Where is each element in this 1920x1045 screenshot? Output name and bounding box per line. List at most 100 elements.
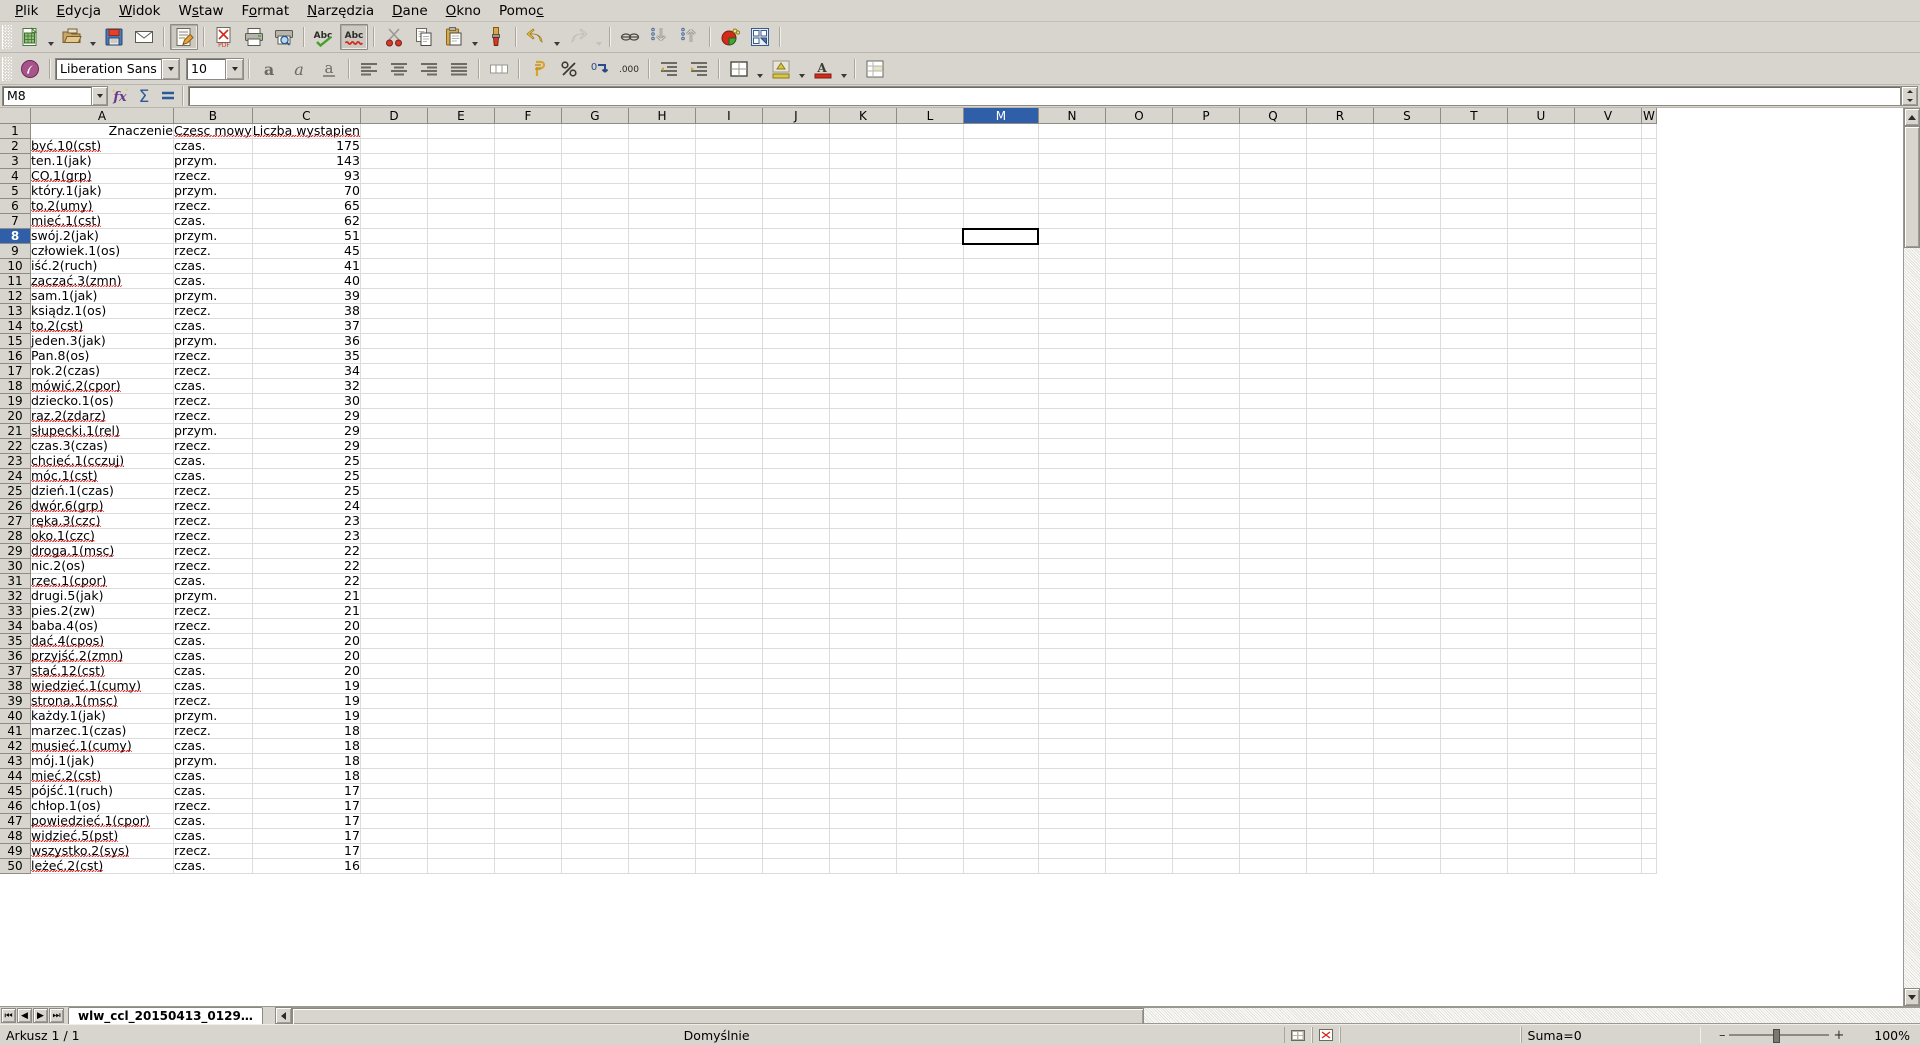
cell-E18[interactable]	[427, 378, 495, 394]
row-header-8[interactable]: 8	[0, 228, 31, 244]
zoom-track[interactable]	[1729, 1029, 1830, 1043]
cell-R16[interactable]	[1306, 348, 1374, 364]
cell-C1[interactable]: Liczba wystapien	[252, 123, 361, 139]
cell-J35[interactable]	[762, 633, 830, 649]
cell-H32[interactable]	[628, 588, 696, 604]
cell-O50[interactable]	[1105, 858, 1173, 874]
cell-K24[interactable]	[829, 468, 897, 484]
cell-B16[interactable]: rzecz.	[173, 348, 253, 364]
cell-O24[interactable]	[1105, 468, 1173, 484]
align-center-button[interactable]	[385, 56, 413, 82]
cell-K33[interactable]	[829, 603, 897, 619]
cell-E15[interactable]	[427, 333, 495, 349]
cell-N43[interactable]	[1038, 753, 1106, 769]
cell-F26[interactable]	[494, 498, 562, 514]
cell-R3[interactable]	[1306, 153, 1374, 169]
cell-J3[interactable]	[762, 153, 830, 169]
cell-A4[interactable]: CO.1(grp)	[30, 168, 174, 184]
cell-L16[interactable]	[896, 348, 964, 364]
cell-F8[interactable]	[494, 228, 562, 244]
cell-D10[interactable]	[360, 258, 428, 274]
cell-V25[interactable]	[1574, 483, 1642, 499]
cell-B35[interactable]: czas.	[173, 633, 253, 649]
cell-P22[interactable]	[1172, 438, 1240, 454]
undo-button[interactable]	[522, 24, 550, 50]
table-row[interactable]: 38 wiedzieć.1(cumy) czas. 19	[0, 678, 1657, 694]
cell-C46[interactable]: 17	[252, 798, 361, 814]
cell-G5[interactable]	[561, 183, 629, 199]
cell-O35[interactable]	[1105, 633, 1173, 649]
cell-G15[interactable]	[561, 333, 629, 349]
cell-O32[interactable]	[1105, 588, 1173, 604]
cell-H30[interactable]	[628, 558, 696, 574]
cell-G22[interactable]	[561, 438, 629, 454]
cell-Q7[interactable]	[1239, 213, 1307, 229]
table-row[interactable]: 31 rzec.1(cpor) czas. 22	[0, 573, 1657, 589]
cell-E41[interactable]	[427, 723, 495, 739]
cell-A31[interactable]: rzec.1(cpor)	[30, 573, 174, 589]
row-header-16[interactable]: 16	[0, 348, 31, 364]
cell-E36[interactable]	[427, 648, 495, 664]
cell-E43[interactable]	[427, 753, 495, 769]
cell-G32[interactable]	[561, 588, 629, 604]
cell-M40[interactable]	[963, 708, 1039, 724]
row-header-31[interactable]: 31	[0, 573, 31, 589]
table-row[interactable]: 15 jeden.3(jak) przym. 36	[0, 333, 1657, 349]
cell-D15[interactable]	[360, 333, 428, 349]
cell-B40[interactable]: przym.	[173, 708, 253, 724]
cell-T11[interactable]	[1440, 273, 1508, 289]
cell-F14[interactable]	[494, 318, 562, 334]
row-header-15[interactable]: 15	[0, 333, 31, 349]
cell-M49[interactable]	[963, 843, 1039, 859]
cell-L22[interactable]	[896, 438, 964, 454]
cell-N32[interactable]	[1038, 588, 1106, 604]
cell-J14[interactable]	[762, 318, 830, 334]
cell-D32[interactable]	[360, 588, 428, 604]
cell-S35[interactable]	[1373, 633, 1441, 649]
cell-M44[interactable]	[963, 768, 1039, 784]
cell-T16[interactable]	[1440, 348, 1508, 364]
number-format-button[interactable]: 0	[585, 56, 613, 82]
cell-B24[interactable]: czas.	[173, 468, 253, 484]
cell-A11[interactable]: zaczać.3(zmn)	[30, 273, 174, 289]
cell-L39[interactable]	[896, 693, 964, 709]
cell-J7[interactable]	[762, 213, 830, 229]
cell-J30[interactable]	[762, 558, 830, 574]
cell-T20[interactable]	[1440, 408, 1508, 424]
cell-B49[interactable]: rzecz.	[173, 843, 253, 859]
cell-N7[interactable]	[1038, 213, 1106, 229]
cell-R2[interactable]	[1306, 138, 1374, 154]
cell-P29[interactable]	[1172, 543, 1240, 559]
cell-T13[interactable]	[1440, 303, 1508, 319]
cell-A15[interactable]: jeden.3(jak)	[30, 333, 174, 349]
cell-K3[interactable]	[829, 153, 897, 169]
cell-I50[interactable]	[695, 858, 763, 874]
cell-G2[interactable]	[561, 138, 629, 154]
redo-dropdown[interactable]	[593, 22, 605, 52]
cell-A16[interactable]: Pan.8(os)	[30, 348, 174, 364]
cell-H38[interactable]	[628, 678, 696, 694]
open-document-dropdown[interactable]	[87, 22, 99, 52]
cell-D46[interactable]	[360, 798, 428, 814]
cell-H31[interactable]	[628, 573, 696, 589]
cell-R11[interactable]	[1306, 273, 1374, 289]
cell-J47[interactable]	[762, 813, 830, 829]
cell-G20[interactable]	[561, 408, 629, 424]
cell-S13[interactable]	[1373, 303, 1441, 319]
cell-U24[interactable]	[1507, 468, 1575, 484]
new-document-dropdown[interactable]	[45, 22, 57, 52]
cell-U43[interactable]	[1507, 753, 1575, 769]
cell-Q8[interactable]	[1239, 228, 1307, 244]
cell-V39[interactable]	[1574, 693, 1642, 709]
cell-G16[interactable]	[561, 348, 629, 364]
cell-O17[interactable]	[1105, 363, 1173, 379]
cell-P38[interactable]	[1172, 678, 1240, 694]
cell-L35[interactable]	[896, 633, 964, 649]
cell-I24[interactable]	[695, 468, 763, 484]
cell-W17[interactable]	[1641, 363, 1657, 379]
cell-V48[interactable]	[1574, 828, 1642, 844]
cell-S39[interactable]	[1373, 693, 1441, 709]
cell-I14[interactable]	[695, 318, 763, 334]
cell-G42[interactable]	[561, 738, 629, 754]
cell-U11[interactable]	[1507, 273, 1575, 289]
